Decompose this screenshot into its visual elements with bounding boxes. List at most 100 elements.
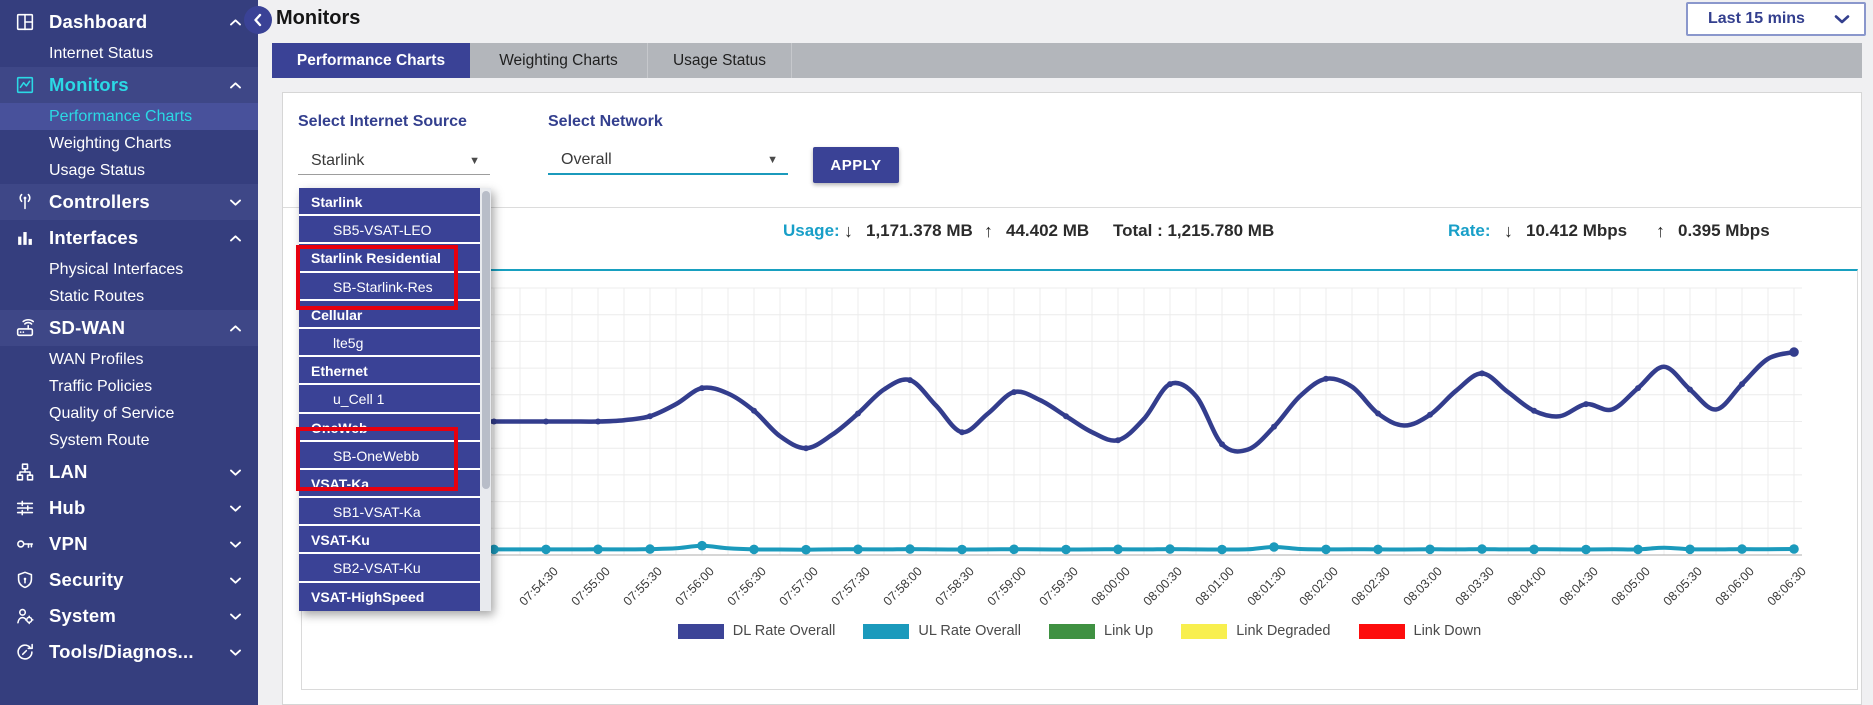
source-menu-option[interactable]: SB5-VSAT-LEO (299, 216, 480, 244)
tab-usage-status[interactable]: Usage Status (648, 43, 792, 78)
tab-performance-charts[interactable]: Performance Charts (272, 43, 470, 78)
x-axis-label: 07:56:00 (673, 564, 717, 608)
dropdown-scrollbar[interactable] (480, 188, 491, 611)
source-menu-option[interactable]: SB1-VSAT-Ka (299, 498, 480, 526)
source-select[interactable]: Starlink ▼ (298, 147, 490, 175)
sidebar-item-label: System (49, 605, 227, 627)
sidebar-item-label: Controllers (49, 191, 227, 213)
tab-strip: Performance ChartsWeighting ChartsUsage … (272, 43, 1862, 78)
legend-swatch (863, 624, 909, 639)
vpn-icon (12, 532, 38, 556)
x-axis-label: 08:06:30 (1765, 564, 1809, 608)
sidebar-item-internet-status[interactable]: Internet Status (0, 40, 258, 67)
x-axis-label: 07:57:00 (777, 564, 821, 608)
performance-chart: 07:54:3007:55:0007:55:3007:56:0007:56:30… (302, 271, 1857, 621)
tab-weighting-charts[interactable]: Weighting Charts (470, 43, 648, 78)
sdwan-icon (12, 316, 38, 340)
source-menu-group[interactable]: Starlink (299, 188, 480, 216)
chart-legend: DL Rate Overall UL Rate Overall Link Up Lin… (302, 623, 1857, 639)
sidebar-item-performance-charts[interactable]: Performance Charts (0, 103, 258, 130)
sidebar-item-label: Physical Interfaces (49, 261, 258, 279)
sidebar-item-label: Internet Status (49, 45, 258, 63)
sidebar-item-hub[interactable]: Hub (0, 490, 258, 526)
sidebar-item-quality-of-service[interactable]: Quality of Service (0, 400, 258, 427)
legend-swatch (678, 624, 724, 639)
sidebar-item-static-routes[interactable]: Static Routes (0, 283, 258, 310)
sidebar-item-sd-wan[interactable]: SD-WAN (0, 310, 258, 346)
legend-swatch (1049, 624, 1095, 639)
x-axis-label: 07:56:30 (725, 564, 769, 608)
sidebar-item-wan-profiles[interactable]: WAN Profiles (0, 346, 258, 373)
x-axis-label: 07:58:30 (933, 564, 977, 608)
source-menu-option[interactable]: SB-OneWebb (299, 442, 480, 470)
usage-label: Usage: (783, 221, 840, 241)
system-icon (12, 604, 38, 628)
network-select-label: Select Network (548, 113, 663, 131)
sidebar-item-usage-status[interactable]: Usage Status (0, 157, 258, 184)
x-axis-label: 08:04:30 (1557, 564, 1601, 608)
x-axis-label: 08:01:00 (1193, 564, 1237, 608)
sidebar-item-lan[interactable]: LAN (0, 454, 258, 490)
download-arrow-icon: ↓ (1504, 221, 1513, 242)
x-axis-label: 07:59:30 (1037, 564, 1081, 608)
legend-item-link-degraded[interactable]: Link Degraded (1181, 623, 1330, 639)
sidebar-item-monitors[interactable]: Monitors (0, 67, 258, 103)
sidebar-item-system[interactable]: System (0, 598, 258, 634)
x-axis-label: 07:58:00 (881, 564, 925, 608)
lan-icon (12, 460, 38, 484)
chevron-down-icon (227, 197, 244, 208)
time-range-select[interactable]: Last 15 mins (1686, 2, 1866, 36)
x-axis-label: 08:03:30 (1453, 564, 1497, 608)
sidebar-item-label: Static Routes (49, 288, 258, 306)
sidebar-item-label: Security (49, 569, 227, 591)
sidebar-item-label: Performance Charts (49, 108, 258, 126)
sidebar-item-dashboard[interactable]: Dashboard (0, 4, 258, 40)
source-menu-option[interactable]: u_Cell 1 (299, 385, 480, 413)
network-select[interactable]: Overall ▼ (548, 147, 788, 175)
sidebar-item-system-route[interactable]: System Route (0, 427, 258, 454)
apply-button[interactable]: APPLY (813, 147, 899, 183)
x-axis-label: 08:05:30 (1661, 564, 1705, 608)
sidebar-item-physical-interfaces[interactable]: Physical Interfaces (0, 256, 258, 283)
chevron-up-icon (227, 233, 244, 244)
source-menu-group[interactable]: Ethernet (299, 357, 480, 385)
x-axis-label: 07:55:30 (621, 564, 665, 608)
legend-label: UL Rate Overall (918, 623, 1021, 639)
sidebar-item-controllers[interactable]: Controllers (0, 184, 258, 220)
chevron-down-icon (227, 611, 244, 622)
sidebar-collapse-button[interactable] (244, 6, 272, 34)
x-axis-label: 08:00:00 (1089, 564, 1133, 608)
chevron-down-icon (227, 647, 244, 658)
legend-item-dl-rate-overall[interactable]: DL Rate Overall (678, 623, 836, 639)
sidebar-item-label: Weighting Charts (49, 135, 258, 153)
sidebar-item-traffic-policies[interactable]: Traffic Policies (0, 373, 258, 400)
sidebar-item-tools-diagnos[interactable]: Tools/Diagnos... (0, 634, 258, 670)
source-menu-option[interactable]: lte5g (299, 329, 480, 357)
scrollbar-thumb[interactable] (482, 191, 490, 489)
legend-swatch (1181, 624, 1227, 639)
legend-item-link-up[interactable]: Link Up (1049, 623, 1153, 639)
source-menu-group[interactable]: VSAT-HighSpeed (299, 583, 480, 611)
source-menu-group[interactable]: OneWeb (299, 414, 480, 442)
rate-download-value: 10.412 Mbps (1526, 221, 1627, 241)
source-menu-option[interactable]: SB-Starlink-Res (299, 273, 480, 301)
legend-item-ul-rate-overall[interactable]: UL Rate Overall (863, 623, 1021, 639)
sidebar-item-label: Monitors (49, 74, 227, 96)
sidebar-item-vpn[interactable]: VPN (0, 526, 258, 562)
sidebar-item-interfaces[interactable]: Interfaces (0, 220, 258, 256)
legend-label: DL Rate Overall (733, 623, 836, 639)
source-menu-group[interactable]: Cellular (299, 301, 480, 329)
x-axis-label: 08:00:30 (1141, 564, 1185, 608)
source-menu-group[interactable]: VSAT-Ka (299, 470, 480, 498)
sidebar-item-weighting-charts[interactable]: Weighting Charts (0, 130, 258, 157)
sidebar-item-label: WAN Profiles (49, 351, 258, 369)
x-axis-label: 08:02:00 (1297, 564, 1341, 608)
legend-item-link-down[interactable]: Link Down (1359, 623, 1482, 639)
source-menu-option[interactable]: SB2-VSAT-Ku (299, 554, 480, 582)
chevron-up-icon (227, 80, 244, 91)
chevron-down-icon (227, 575, 244, 586)
source-menu-group[interactable]: Starlink Residential (299, 244, 480, 272)
source-menu-group[interactable]: VSAT-Ku (299, 526, 480, 554)
source-select-value: Starlink (311, 152, 364, 170)
sidebar-item-security[interactable]: Security (0, 562, 258, 598)
